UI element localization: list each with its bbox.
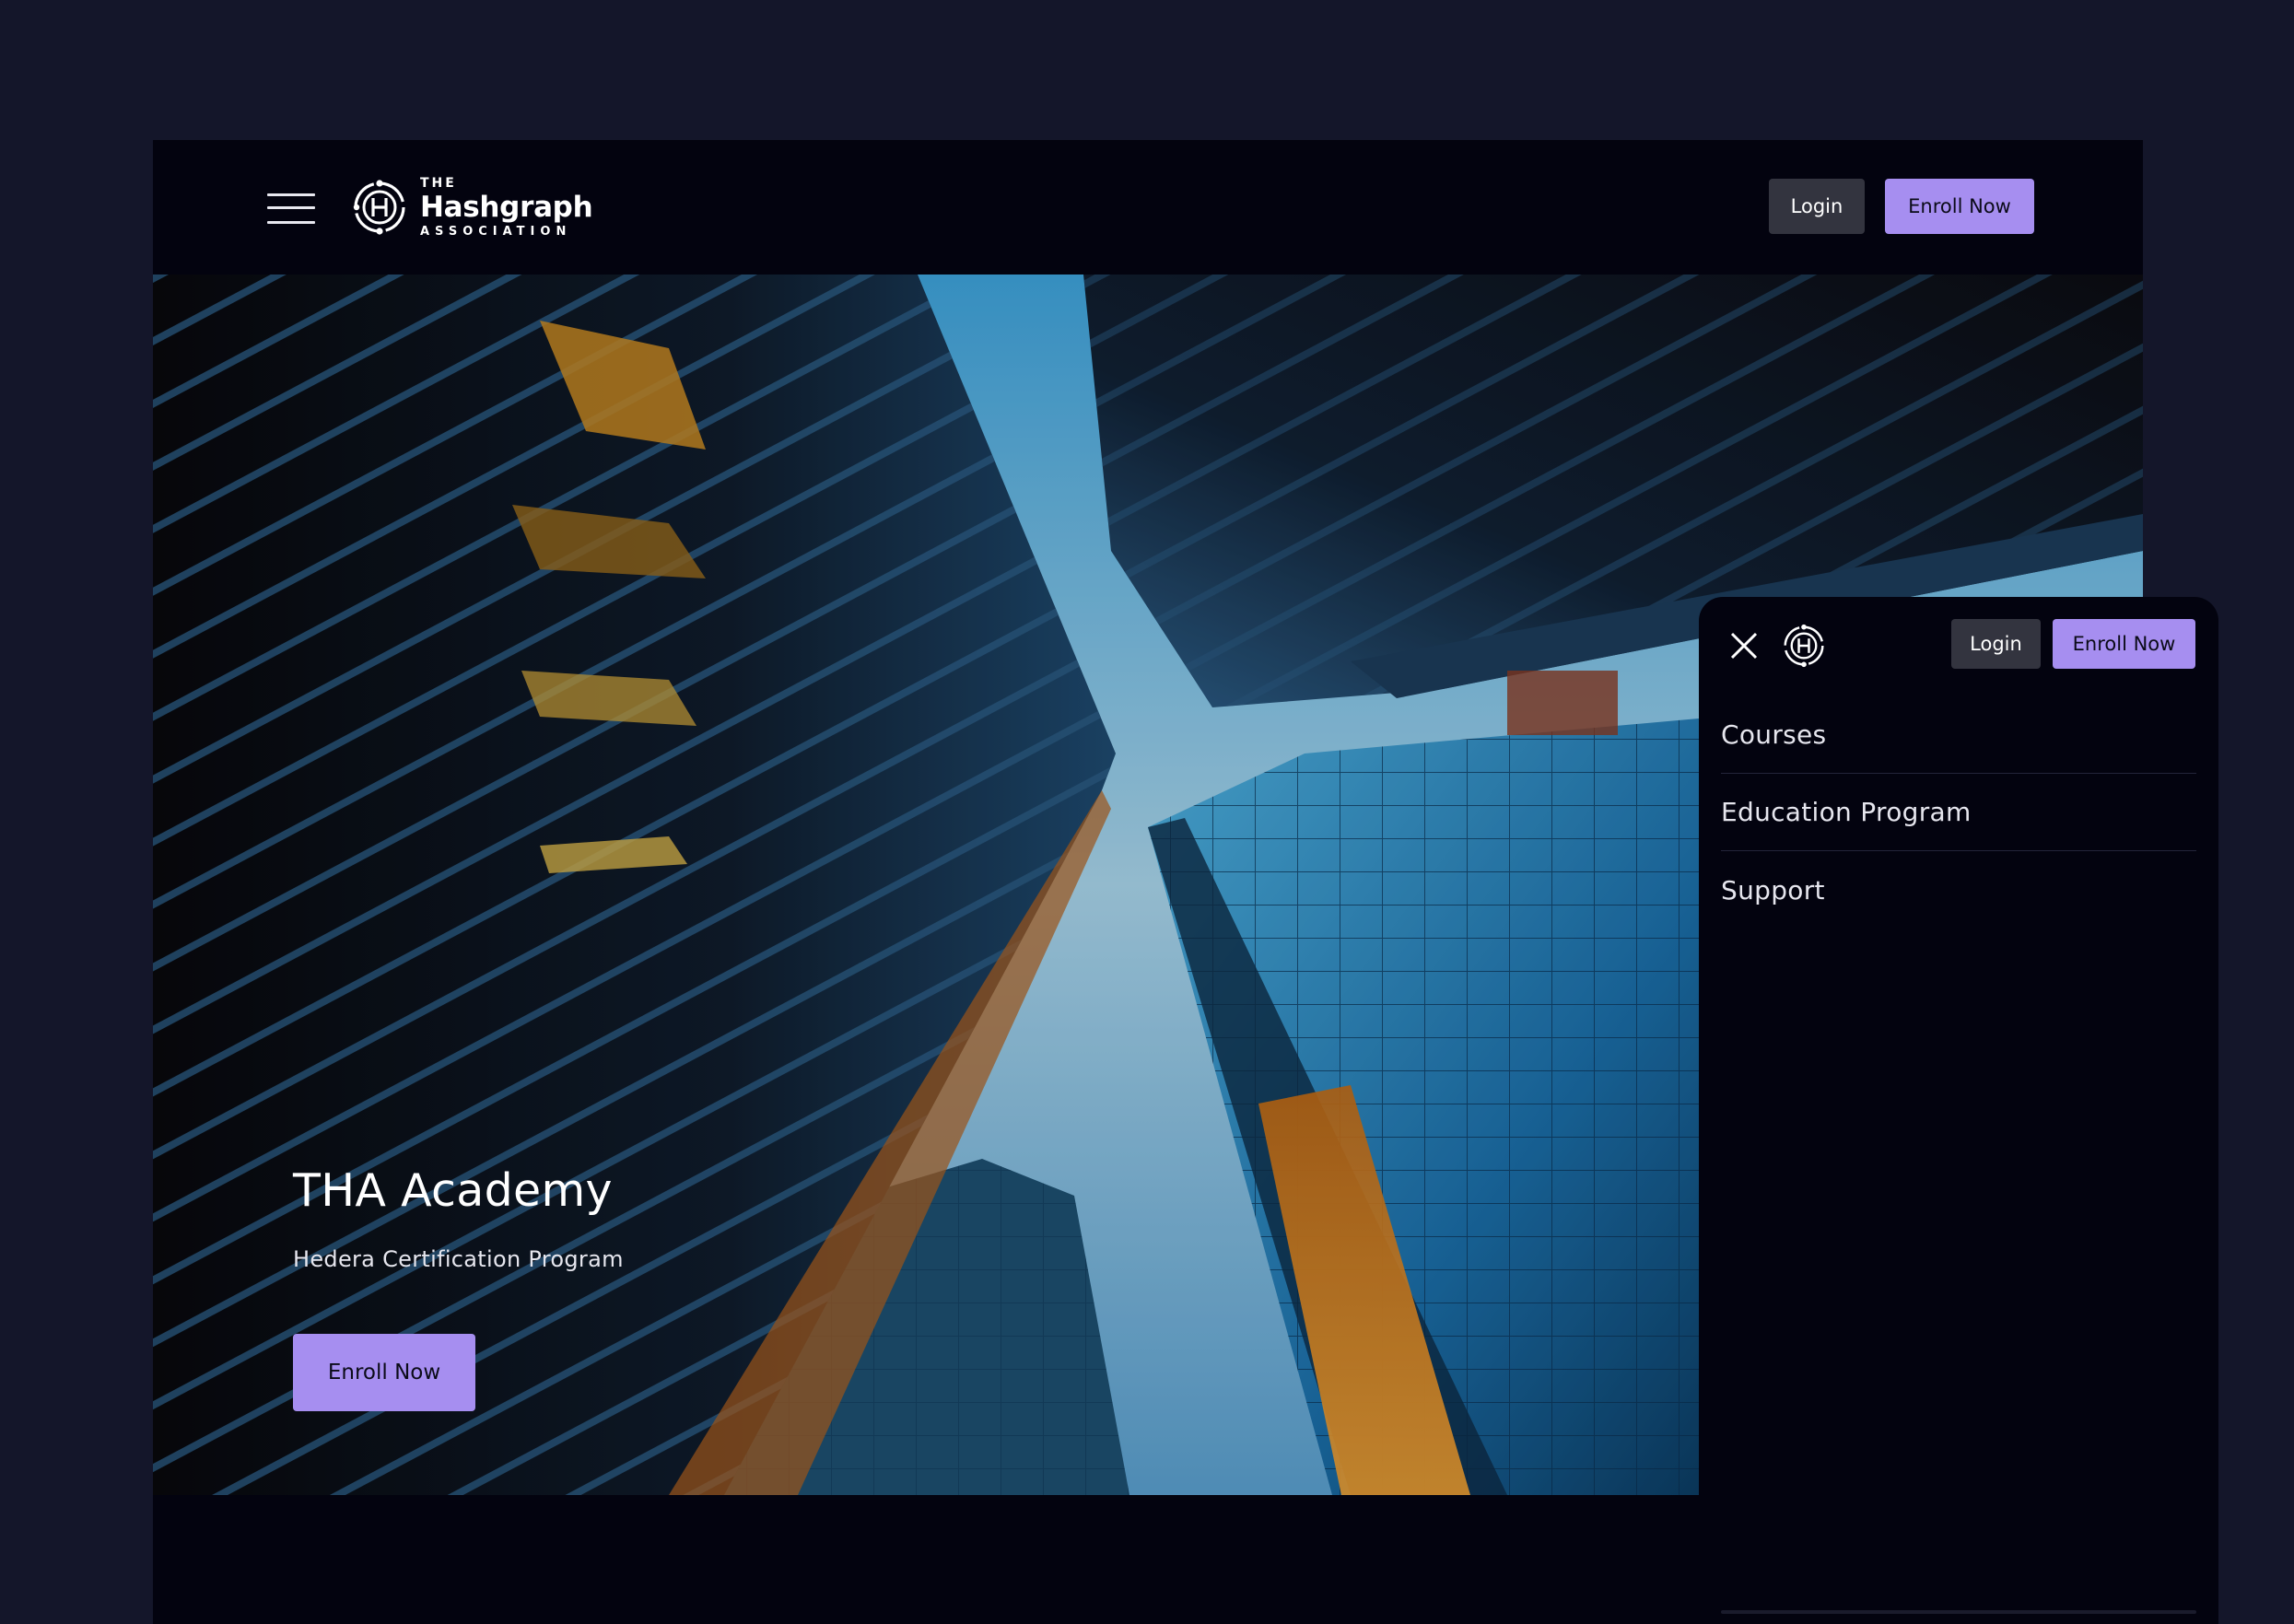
logo-line-the: THE bbox=[420, 176, 457, 191]
brand-wordmark: THE Hashgraph ASSOCIATION bbox=[420, 176, 593, 239]
menu-item-courses[interactable]: Courses bbox=[1721, 696, 2196, 774]
menu-item-support[interactable]: Support bbox=[1721, 851, 2196, 929]
menu-icon[interactable] bbox=[267, 190, 315, 227]
menu-item-education-program[interactable]: Education Program bbox=[1721, 774, 2196, 851]
top-navigation-bar: THE Hashgraph ASSOCIATION Login Enroll N… bbox=[153, 140, 2143, 275]
panel-enroll-now-button[interactable]: Enroll Now bbox=[2053, 619, 2195, 669]
hero-title: THA Academy bbox=[293, 1164, 613, 1217]
brand-logo[interactable]: THE Hashgraph ASSOCIATION bbox=[352, 175, 593, 240]
close-icon[interactable] bbox=[1728, 630, 1760, 661]
panel-login-button[interactable]: Login bbox=[1951, 619, 2041, 669]
hero-subtitle: Hedera Certification Program bbox=[293, 1246, 624, 1272]
logo-line-hashgraph: Hashgraph bbox=[420, 191, 593, 224]
hashgraph-logo-icon[interactable] bbox=[1782, 623, 1826, 669]
mobile-menu-panel: Login Enroll Now Courses Education Progr… bbox=[1699, 597, 2218, 1624]
panel-bottom-divider bbox=[1721, 1610, 2196, 1614]
hashgraph-logo-icon bbox=[353, 180, 405, 235]
logo-line-association: ASSOCIATION bbox=[420, 225, 572, 239]
enroll-now-button[interactable]: Enroll Now bbox=[1885, 179, 2034, 234]
hero-enroll-now-button[interactable]: Enroll Now bbox=[293, 1334, 475, 1411]
login-button[interactable]: Login bbox=[1769, 179, 1865, 234]
panel-menu-list: Courses Education Program Support bbox=[1721, 696, 2196, 929]
